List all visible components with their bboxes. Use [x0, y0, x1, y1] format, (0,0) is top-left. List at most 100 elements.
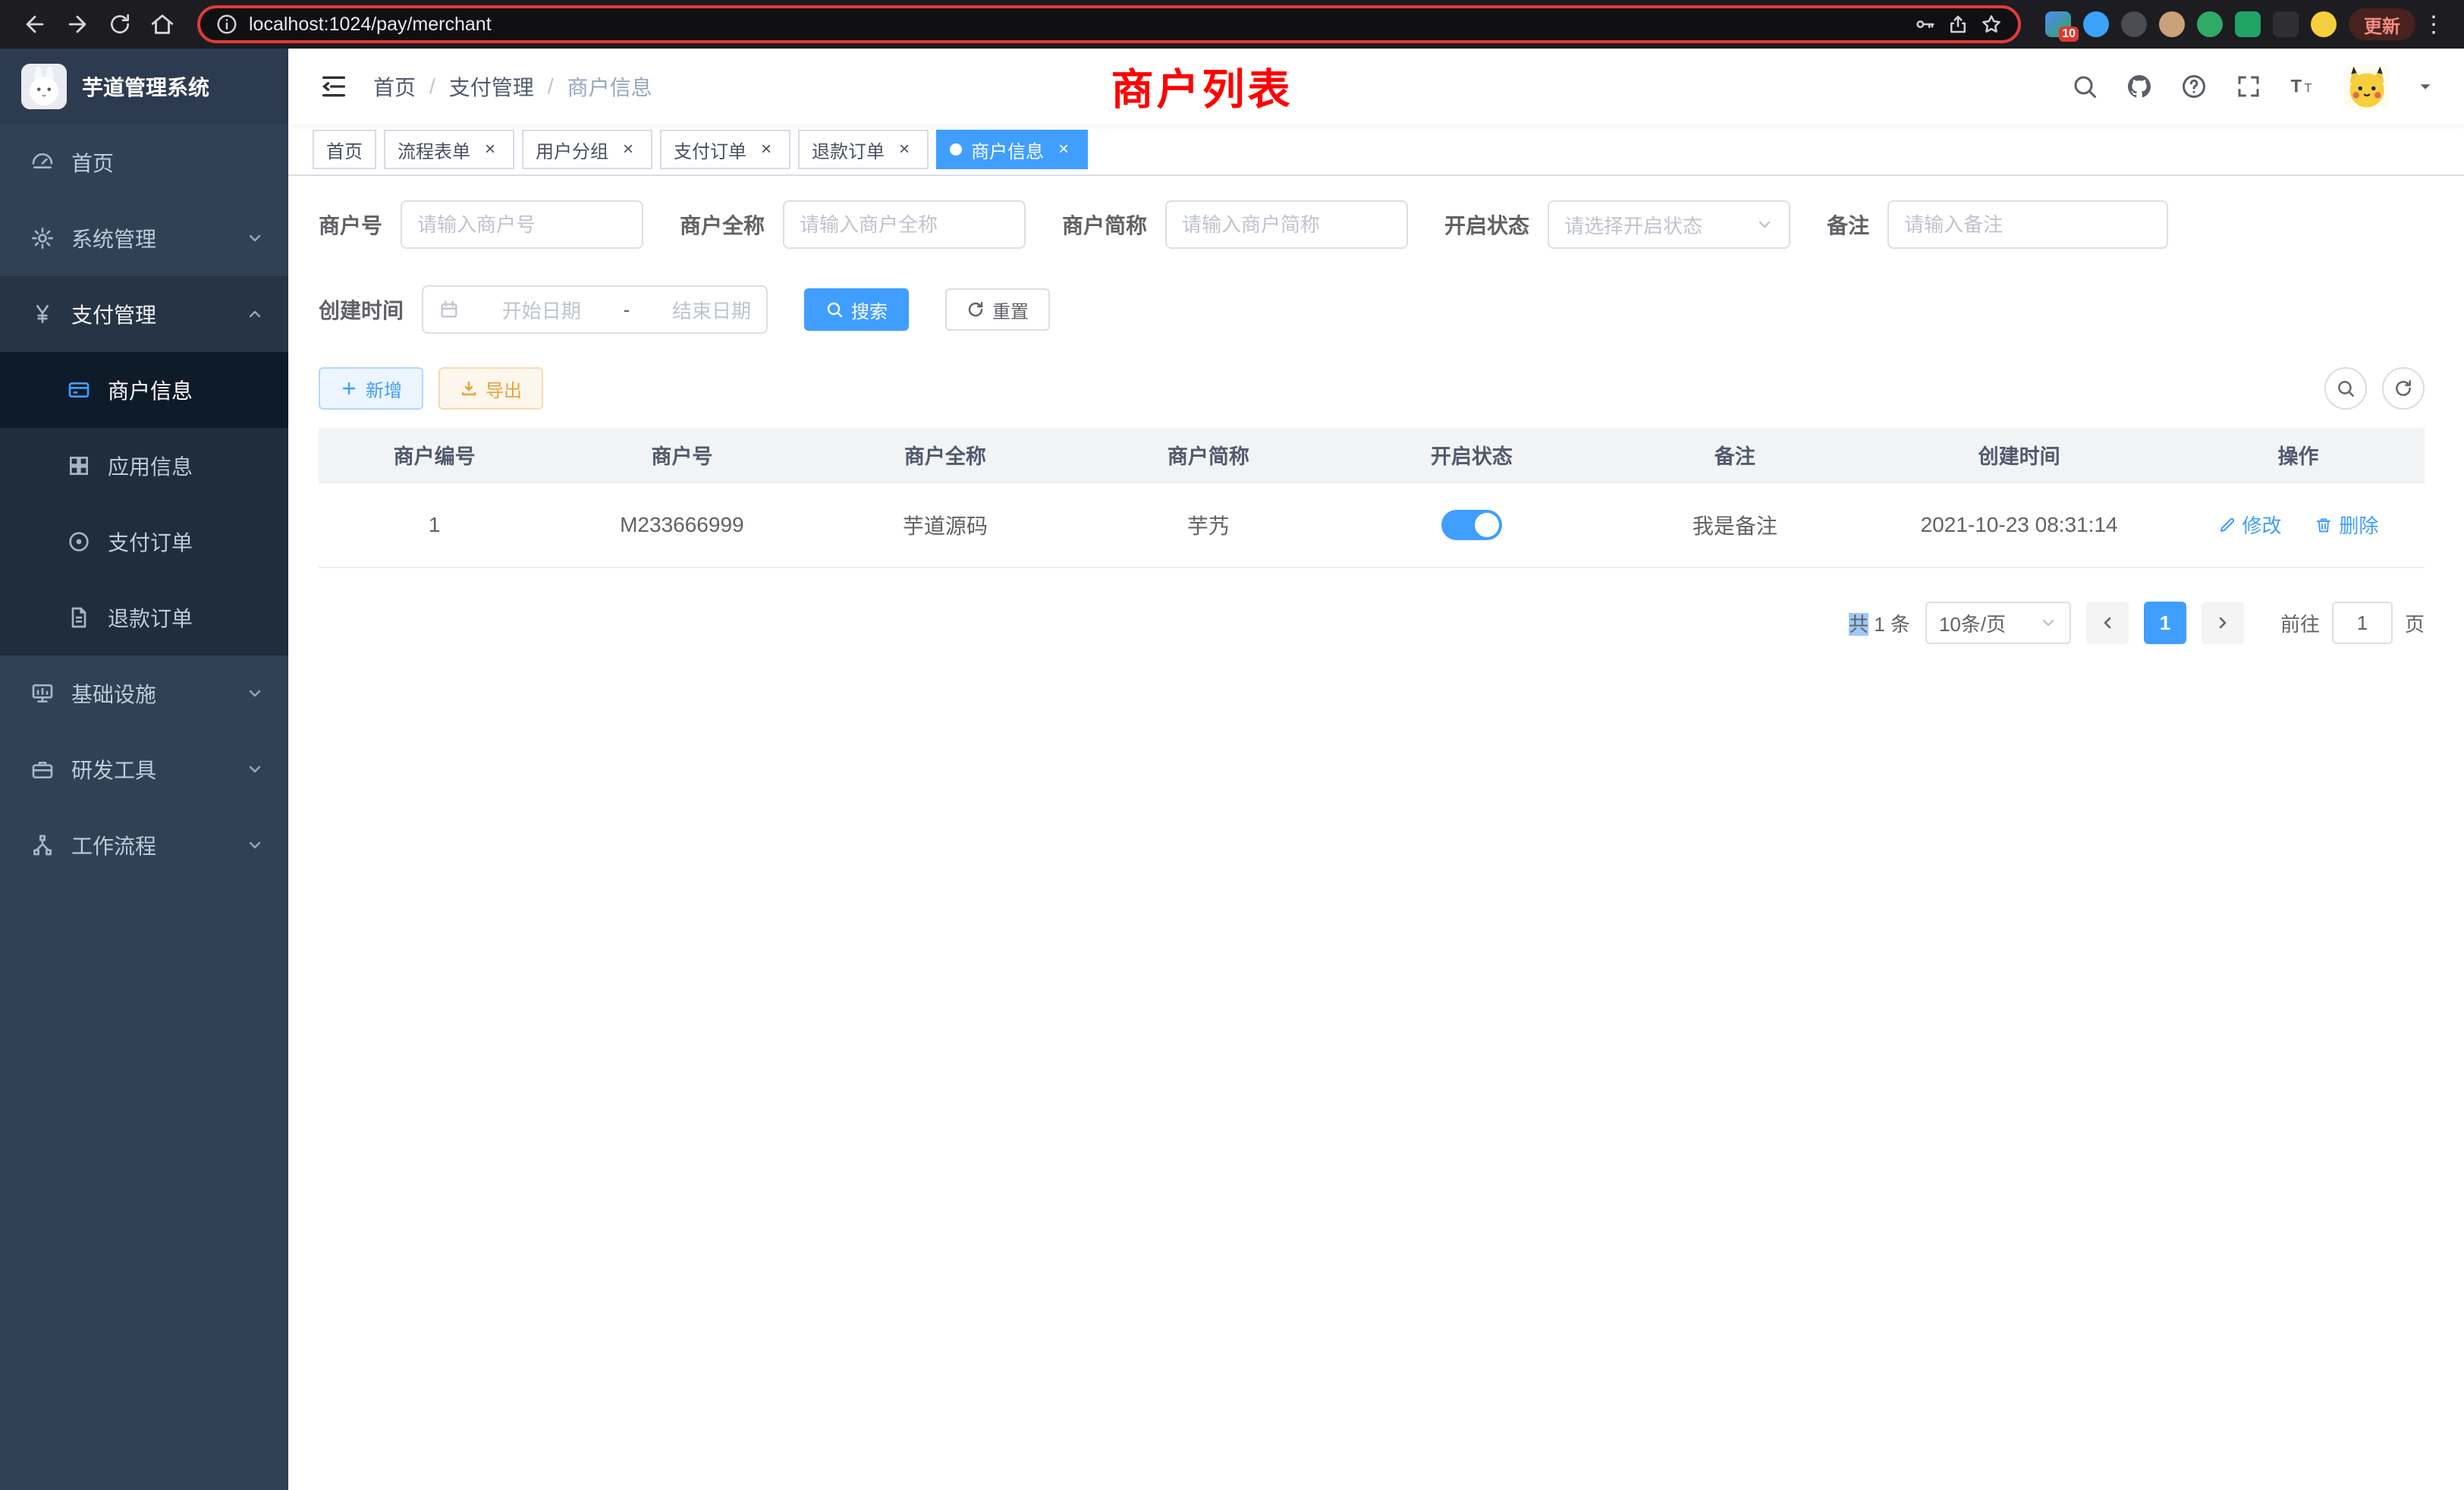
browser-back-button[interactable] — [15, 5, 55, 44]
tab-label: 退款订单 — [812, 137, 885, 163]
sidebar-item-label: 工作流程 — [71, 830, 156, 860]
page-size-select[interactable]: 10条/页 — [1925, 602, 2071, 644]
sidebar: 芋道管理系统 首页 系统管理 支付管理 — [0, 49, 288, 1490]
breadcrumb-home[interactable]: 首页 — [373, 71, 416, 102]
bookmark-star-icon[interactable] — [1980, 13, 2003, 36]
dashboard-icon — [30, 150, 55, 174]
caret-down-icon[interactable] — [2417, 78, 2434, 95]
extension-icon[interactable] — [2197, 11, 2223, 37]
browser-home-button[interactable] — [143, 5, 182, 44]
merchant-no-input[interactable] — [417, 213, 627, 237]
close-icon[interactable]: × — [618, 139, 639, 160]
toggle-search-button[interactable] — [2324, 367, 2367, 410]
short-name-input[interactable] — [1182, 213, 1391, 237]
password-key-icon[interactable] — [1913, 13, 1936, 36]
profile-extension-icon[interactable] — [2159, 11, 2185, 37]
refresh-table-button[interactable] — [2382, 367, 2425, 410]
github-icon[interactable] — [2126, 73, 2153, 100]
next-page-button[interactable] — [2202, 602, 2244, 644]
export-button[interactable]: 导出 — [438, 367, 543, 410]
breadcrumb-separator: / — [429, 74, 435, 99]
tab-home[interactable]: 首页 — [313, 130, 376, 169]
sidebar-item-refund-order[interactable]: 退款订单 — [0, 580, 288, 655]
sidebar-item-infra[interactable]: 基础设施 — [0, 655, 288, 731]
full-name-input[interactable] — [800, 213, 1009, 237]
extension-icon[interactable] — [2121, 11, 2147, 37]
share-icon[interactable] — [1947, 13, 1969, 36]
emoji-extension-icon[interactable] — [2311, 11, 2337, 37]
status-toggle[interactable] — [1441, 510, 1502, 540]
pagination-total: 共 1 条 — [1849, 609, 1910, 637]
sidebar-item-dev-tools[interactable]: 研发工具 — [0, 731, 288, 807]
field-label: 开启状态 — [1444, 209, 1529, 240]
extension-icon[interactable] — [2235, 11, 2261, 37]
date-separator: - — [624, 298, 630, 322]
browser-forward-button[interactable] — [58, 5, 97, 44]
add-button[interactable]: 新增 — [319, 367, 423, 410]
app-logo[interactable]: 芋道管理系统 — [0, 49, 288, 124]
tab-pay-order[interactable]: 支付订单 × — [660, 130, 790, 169]
font-size-icon[interactable]: TT — [2290, 73, 2317, 100]
sidebar-item-label: 首页 — [71, 147, 114, 178]
sidebar-item-pay-order[interactable]: 支付订单 — [0, 504, 288, 580]
sidebar-item-workflow[interactable]: 工作流程 — [0, 807, 288, 883]
field-label: 商户全称 — [680, 209, 765, 240]
tab-process-form[interactable]: 流程表单 × — [384, 130, 514, 169]
tab-user-group[interactable]: 用户分组 × — [522, 130, 652, 169]
chevron-down-icon — [1755, 215, 1774, 234]
goto-page-input[interactable] — [2332, 602, 2393, 644]
browser-update-button[interactable]: 更新 — [2349, 8, 2415, 40]
table-header-row: 商户编号 商户号 商户全称 商户简称 开启状态 备注 创建时间 操作 — [319, 428, 2425, 483]
tampermonkey-extension-icon[interactable] — [2273, 11, 2299, 37]
column-header: 创建时间 — [1866, 428, 2172, 483]
sidebar-collapse-icon[interactable] — [319, 71, 349, 102]
refresh-icon — [966, 300, 985, 319]
sidebar-item-home[interactable]: 首页 — [0, 124, 288, 200]
extension-icon[interactable]: 10 — [2045, 11, 2071, 37]
tab-merchant-info[interactable]: 商户信息 × — [936, 130, 1088, 169]
reload-icon — [108, 12, 132, 36]
tab-label: 支付订单 — [674, 137, 746, 163]
remark-input[interactable] — [1904, 213, 2151, 237]
search-icon[interactable] — [2071, 73, 2098, 100]
pencil-icon — [2218, 516, 2236, 534]
field-label: 商户简称 — [1062, 209, 1147, 240]
reset-button[interactable]: 重置 — [945, 288, 1050, 331]
help-icon[interactable] — [2180, 73, 2208, 100]
user-avatar[interactable] — [2344, 64, 2390, 109]
app-title: 芋道管理系统 — [82, 71, 209, 102]
search-form: 商户号 商户全称 商户简称 开启状态 — [319, 200, 2425, 334]
yen-icon — [30, 302, 55, 326]
date-range-picker[interactable]: 开始日期 - 结束日期 — [422, 285, 768, 334]
edit-label: 修改 — [2242, 511, 2282, 539]
table-row: 1 M233666999 芋道源码 芋艿 我是备注 2021-10-23 08:… — [319, 483, 2425, 567]
close-icon[interactable]: × — [1053, 139, 1074, 160]
tab-refund-order[interactable]: 退款订单 × — [798, 130, 929, 169]
status-select[interactable]: 请选择开启状态 — [1548, 200, 1790, 249]
close-icon[interactable]: × — [756, 139, 777, 160]
address-bar[interactable]: localhost:1024/pay/merchant — [197, 5, 2021, 43]
breadcrumb-payment[interactable]: 支付管理 — [449, 71, 534, 102]
cell-full-name: 芋道源码 — [813, 483, 1076, 567]
arrow-left-icon — [22, 11, 48, 37]
sidebar-item-system[interactable]: 系统管理 — [0, 200, 288, 276]
delete-link[interactable]: 删除 — [2315, 511, 2378, 539]
page-number-button[interactable]: 1 — [2144, 602, 2186, 644]
close-icon[interactable]: × — [894, 139, 915, 160]
sidebar-item-app-info[interactable]: 应用信息 — [0, 428, 288, 504]
extension-icon[interactable] — [2083, 11, 2109, 37]
close-icon[interactable]: × — [479, 139, 501, 160]
site-info-icon[interactable] — [215, 13, 238, 36]
prev-page-button[interactable] — [2086, 602, 2129, 644]
browser-reload-button[interactable] — [100, 5, 140, 44]
sidebar-item-payment[interactable]: 支付管理 — [0, 276, 288, 352]
fullscreen-icon[interactable] — [2235, 73, 2262, 100]
sidebar-item-merchant-info[interactable]: 商户信息 — [0, 352, 288, 428]
browser-menu-button[interactable]: ⋮ — [2418, 11, 2449, 38]
breadcrumb-current: 商户信息 — [567, 71, 652, 102]
edit-link[interactable]: 修改 — [2218, 511, 2282, 539]
merchant-table: 商户编号 商户号 商户全称 商户简称 开启状态 备注 创建时间 操作 1 — [319, 428, 2425, 568]
url-text[interactable]: localhost:1024/pay/merchant — [249, 14, 1903, 36]
sidebar-menu: 首页 系统管理 支付管理 商户信息 — [0, 124, 288, 883]
search-button[interactable]: 搜索 — [804, 288, 909, 331]
